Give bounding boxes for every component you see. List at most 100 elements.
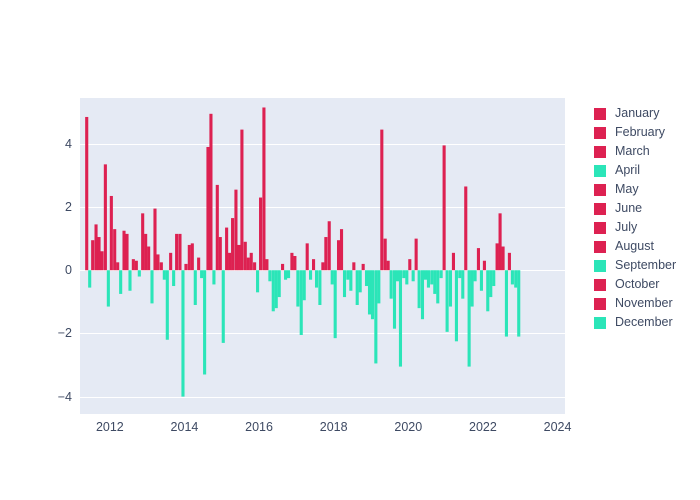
bar <box>330 270 334 285</box>
legend-swatch-icon <box>594 107 606 120</box>
bar <box>128 270 132 291</box>
plot-area <box>80 98 565 414</box>
bar <box>314 270 319 288</box>
bar <box>106 270 110 307</box>
legend-item[interactable]: July <box>594 218 700 237</box>
legend-item[interactable]: December <box>594 313 700 332</box>
legend-item[interactable]: August <box>594 237 700 256</box>
x-tick-label: 2022 <box>469 420 497 434</box>
bar <box>464 186 468 271</box>
legend-swatch-icon <box>594 278 606 291</box>
y-tick-label: −2 <box>57 326 72 341</box>
legend-swatch-icon <box>594 202 606 215</box>
legend-swatch-icon <box>594 297 606 310</box>
bar <box>159 262 163 271</box>
bar <box>433 270 437 294</box>
bar <box>367 270 372 315</box>
bar <box>134 260 138 271</box>
legend-item[interactable]: February <box>594 123 700 142</box>
bar <box>349 270 353 291</box>
bar <box>237 244 241 271</box>
legend-label: May <box>615 182 639 197</box>
legend-label: December <box>615 315 673 330</box>
bar <box>268 270 272 282</box>
bar <box>448 270 453 307</box>
bar <box>514 270 518 288</box>
bar <box>414 238 418 271</box>
bar <box>408 259 412 271</box>
legend-item[interactable]: April <box>594 161 700 180</box>
legend-item[interactable]: September <box>594 256 700 275</box>
legend-item[interactable]: March <box>594 142 700 161</box>
bar <box>281 263 285 271</box>
bar <box>243 241 247 271</box>
bar <box>454 270 458 342</box>
bar <box>113 229 117 271</box>
bar <box>380 129 384 271</box>
legend-item[interactable]: January <box>594 104 700 123</box>
bar-series <box>85 107 521 397</box>
bar <box>498 213 502 271</box>
bar <box>150 270 154 304</box>
x-tick-label: 2024 <box>543 420 572 434</box>
bar <box>318 270 322 305</box>
legend-item[interactable]: October <box>594 275 700 294</box>
bar <box>169 252 173 271</box>
bar <box>287 270 291 279</box>
bar <box>346 270 350 280</box>
bar <box>411 270 415 282</box>
legend-swatch-icon <box>594 240 606 253</box>
legend-swatch-icon <box>594 183 606 196</box>
bar <box>165 270 169 340</box>
bar <box>486 270 490 312</box>
legend-item[interactable]: May <box>594 180 700 199</box>
bar <box>172 270 176 287</box>
bar <box>374 270 378 364</box>
bar <box>284 270 288 280</box>
bar <box>187 244 191 271</box>
bar <box>221 270 225 343</box>
bar <box>451 252 455 271</box>
x-tick-label: 2012 <box>95 420 124 434</box>
bar <box>212 270 216 285</box>
bar <box>85 116 89 271</box>
x-tick-label: 2016 <box>245 420 273 434</box>
x-axis-tick-labels: 2012 2014 2016 2018 2020 2022 2024 <box>0 420 700 440</box>
bar <box>200 270 204 279</box>
legend-label: March <box>615 144 650 159</box>
bar <box>402 270 406 279</box>
bar <box>333 270 337 339</box>
legend-item[interactable]: November <box>594 294 700 313</box>
bar <box>225 227 229 271</box>
bar <box>246 257 250 271</box>
bar <box>277 270 281 298</box>
bar <box>358 270 362 293</box>
bar <box>361 263 365 271</box>
bar <box>240 129 244 271</box>
bar <box>336 240 341 271</box>
bar <box>103 164 107 271</box>
bar <box>383 238 387 271</box>
bar <box>495 243 499 271</box>
bar <box>184 263 188 271</box>
bar <box>293 256 297 271</box>
bar <box>197 257 201 271</box>
legend-item[interactable]: June <box>594 199 700 218</box>
bar <box>209 113 213 271</box>
legend: January February March April May June July Augu… <box>594 104 700 332</box>
bar <box>492 270 496 287</box>
bar <box>458 270 462 279</box>
bar <box>122 230 126 271</box>
bar <box>507 252 511 271</box>
bar <box>234 189 238 271</box>
bar <box>423 270 428 280</box>
bar <box>309 270 313 280</box>
bar <box>265 259 269 271</box>
bar <box>517 270 521 337</box>
bar <box>181 270 185 397</box>
bar <box>190 243 194 271</box>
bar <box>206 146 210 271</box>
bar <box>215 184 219 271</box>
bar <box>352 262 356 271</box>
bar <box>321 262 325 271</box>
